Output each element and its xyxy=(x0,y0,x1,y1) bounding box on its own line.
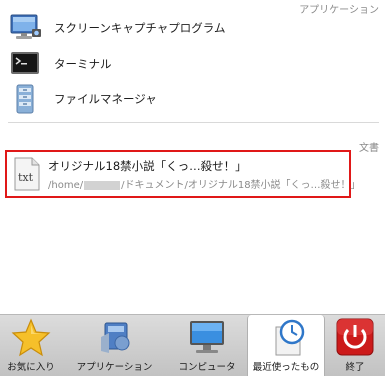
file-manager-icon xyxy=(10,84,42,114)
tab-shutdown[interactable]: 終了 xyxy=(325,315,385,376)
tab-label: お気に入り xyxy=(7,362,55,373)
star-icon xyxy=(11,317,51,357)
app-item-file-manager[interactable]: ファイルマネージャ xyxy=(6,83,366,115)
app-item-screen-capture[interactable]: スクリーンキャプチャプログラム xyxy=(6,12,366,44)
path-suffix: /ドキュメント/オリジナル18禁小説「くっ…殺せ！」 xyxy=(121,180,361,191)
tab-label: 最近使ったもの xyxy=(252,362,320,373)
category-tab-bar: お気に入り アプリケーション コンピュータ 最近使ったもの 終了 xyxy=(0,314,385,376)
icon-caption: txt xyxy=(18,171,34,184)
applications-icon xyxy=(95,317,135,357)
app-item-terminal[interactable]: ターミナル xyxy=(6,48,366,80)
document-title: オリジナル18禁小説「くっ…殺せ！」 xyxy=(48,159,247,173)
terminal-icon xyxy=(10,49,42,79)
tab-favorites[interactable]: お気に入り xyxy=(0,315,62,376)
tab-label: アプリケーション xyxy=(76,362,153,373)
tab-label: 終了 xyxy=(345,362,365,373)
power-icon xyxy=(335,317,375,357)
path-prefix: /home/ xyxy=(48,180,84,191)
tab-computer[interactable]: コンピュータ xyxy=(167,315,247,376)
tab-label: コンピュータ xyxy=(178,362,236,373)
tab-recently-used[interactable]: 最近使ったもの xyxy=(247,315,325,376)
tab-applications[interactable]: アプリケーション xyxy=(62,315,167,376)
redacted-username xyxy=(84,180,121,190)
document-path: /home/ /ドキュメント/オリジナル18禁小説「くっ…殺せ！」 xyxy=(48,176,361,191)
app-label: ターミナル xyxy=(54,57,112,71)
app-label: スクリーンキャプチャプログラム xyxy=(54,21,226,35)
recent-document-item[interactable]: txt オリジナル18禁小説「くっ…殺せ！」 /home/ /ドキュメント/オリジ… xyxy=(5,150,361,198)
recent-clock-icon xyxy=(266,317,306,357)
section-divider xyxy=(8,122,379,123)
text-file-icon: txt xyxy=(13,157,41,191)
screen-capture-icon xyxy=(10,13,42,43)
documents-section-header: 文書 xyxy=(359,143,379,154)
app-label: ファイルマネージャ xyxy=(54,92,157,106)
computer-icon xyxy=(187,317,227,357)
